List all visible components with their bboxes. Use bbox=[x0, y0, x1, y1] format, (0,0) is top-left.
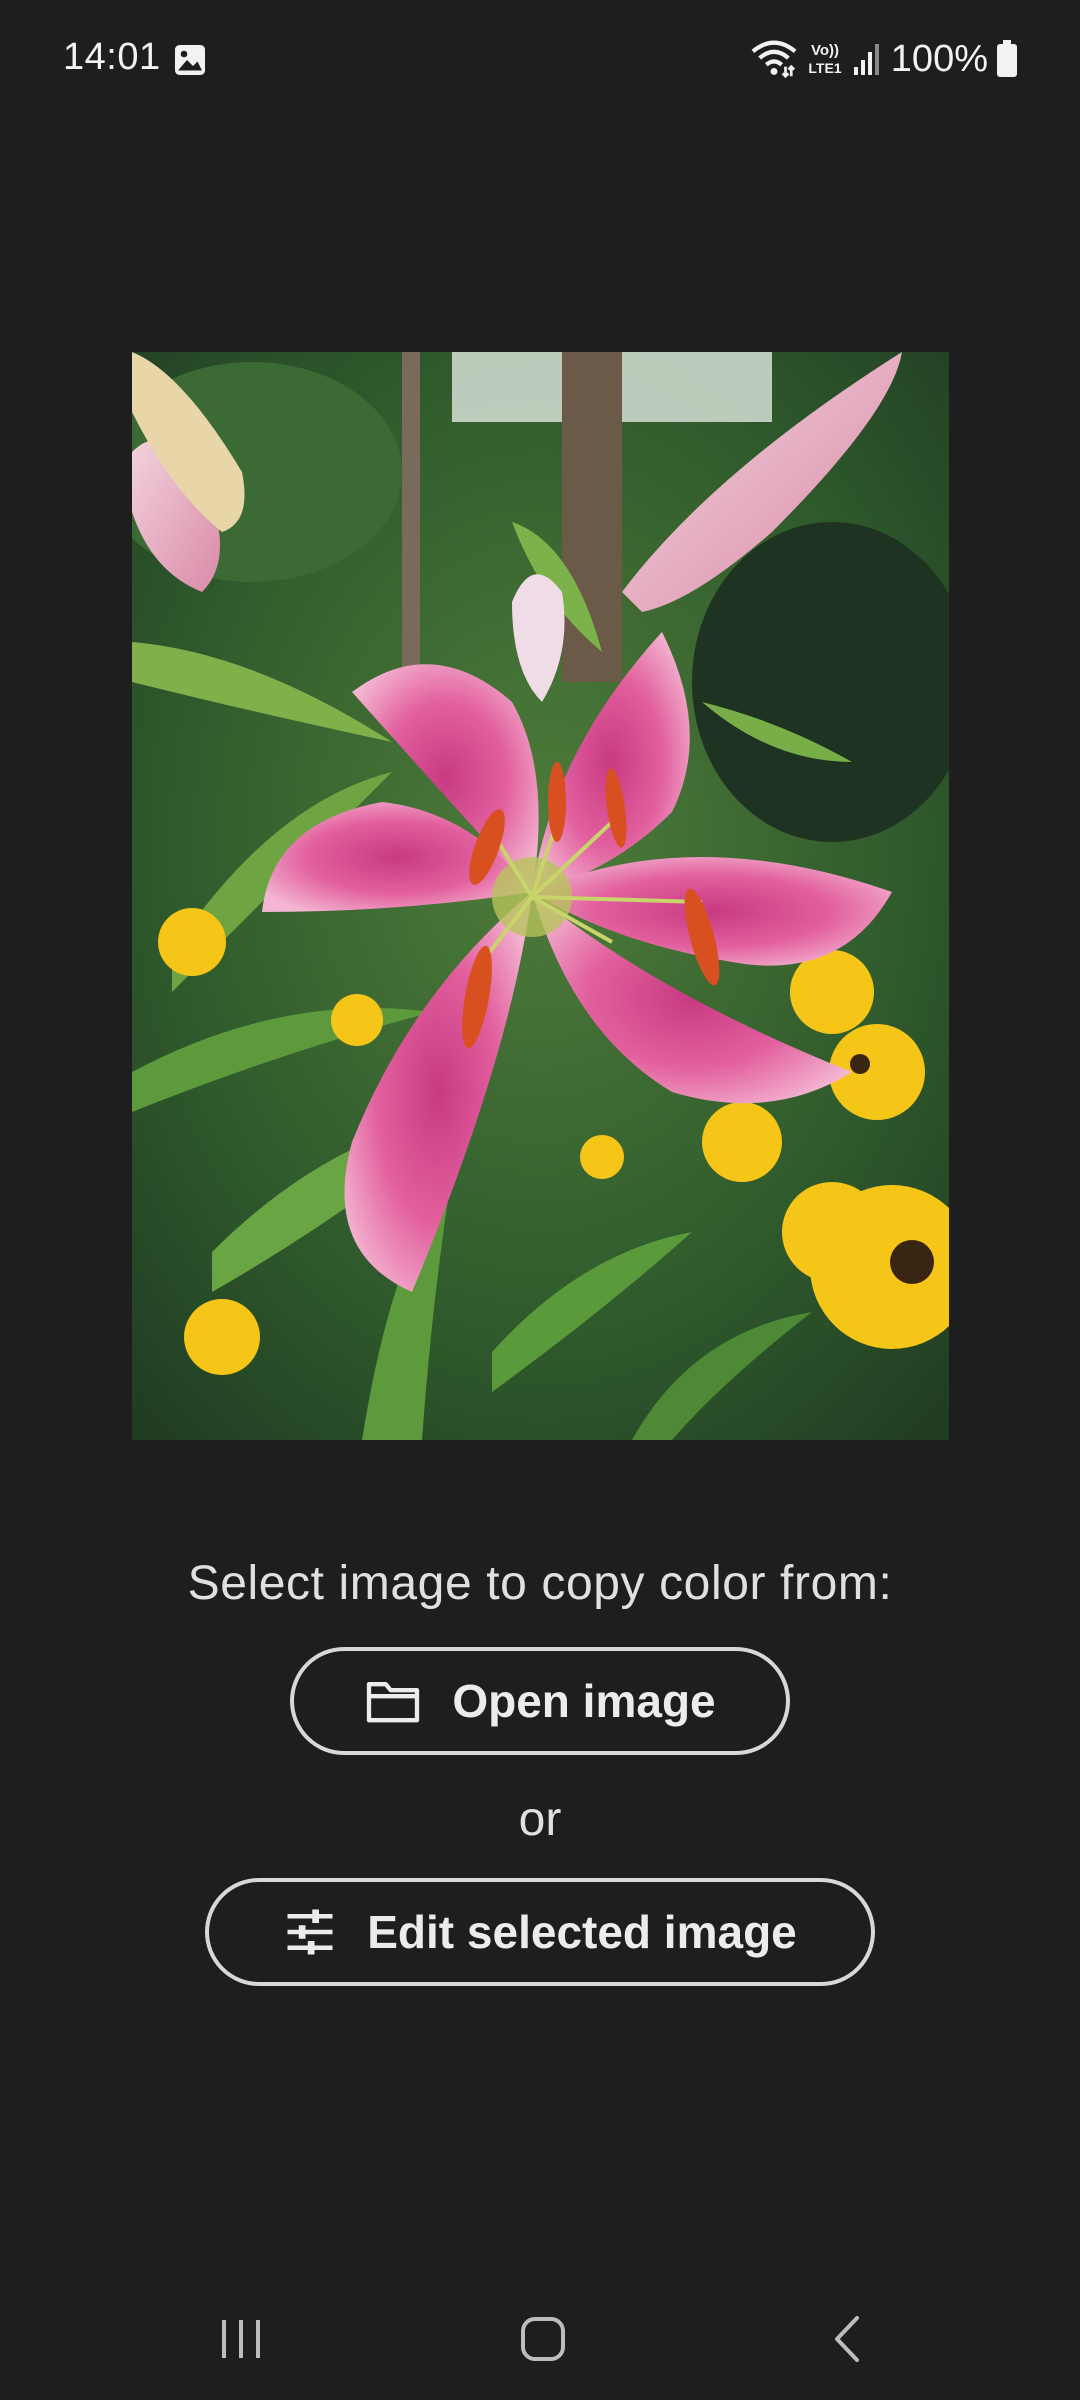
edit-selected-image-button[interactable]: Edit selected image bbox=[205, 1878, 875, 1986]
battery-percent: 100% bbox=[890, 37, 988, 80]
volte-label-top: Vo)) bbox=[811, 42, 839, 59]
volte-icon: Vo)) LTE1 bbox=[808, 42, 841, 76]
status-icons: Vo)) LTE1 100% bbox=[751, 34, 1018, 84]
sliders-icon bbox=[287, 1909, 333, 1955]
open-image-label: Open image bbox=[452, 1675, 716, 1727]
folder-icon bbox=[367, 1682, 420, 1723]
recent-apps-icon bbox=[222, 2320, 260, 2358]
lily-photo bbox=[132, 352, 949, 1440]
status-time: 14:01 bbox=[63, 36, 161, 78]
selected-image-preview[interactable] bbox=[132, 352, 949, 1440]
home-icon bbox=[521, 2317, 565, 2361]
volte-label-bottom: LTE1 bbox=[808, 60, 841, 76]
back-icon bbox=[835, 2316, 859, 2362]
navigation-bar bbox=[0, 2280, 1080, 2400]
prompt-text: Select image to copy color from: bbox=[187, 1557, 893, 1610]
status-bar: 14:01 Vo)) LTE1 100% bbox=[0, 0, 1080, 120]
back-button[interactable] bbox=[806, 2304, 886, 2374]
wifi-icon bbox=[751, 40, 797, 79]
home-button[interactable] bbox=[503, 2304, 583, 2374]
or-separator: or bbox=[518, 1793, 562, 1846]
battery-icon bbox=[997, 40, 1017, 77]
edit-selected-image-label: Edit selected image bbox=[367, 1906, 797, 1958]
gallery-icon bbox=[175, 45, 205, 75]
signal-icon bbox=[853, 44, 879, 75]
open-image-button[interactable]: Open image bbox=[290, 1647, 790, 1755]
recent-apps-button[interactable] bbox=[201, 2304, 281, 2374]
